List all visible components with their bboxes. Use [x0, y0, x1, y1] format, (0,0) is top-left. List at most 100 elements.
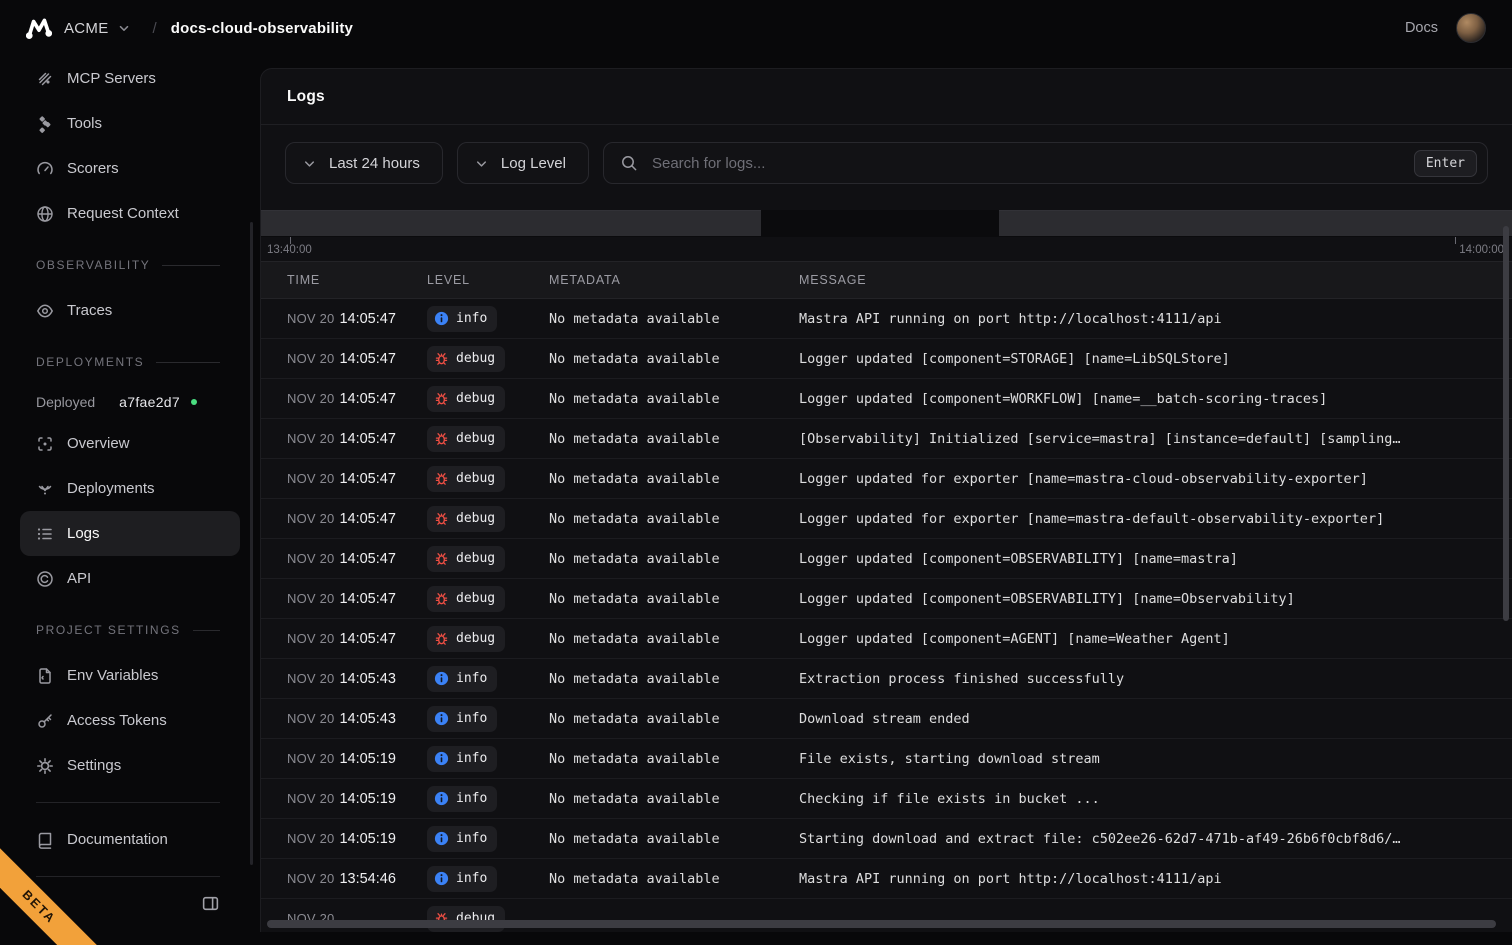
- table-row[interactable]: NOV 2014:05:43 info No metadata availabl…: [261, 699, 1512, 739]
- time-cell: NOV 2014:05:19: [287, 750, 427, 768]
- log-metadata: No metadata available: [549, 551, 799, 567]
- log-date: NOV 20: [287, 631, 334, 646]
- info-icon: [434, 791, 449, 806]
- table-row[interactable]: NOV 2014:05:47 debug No metadata availab…: [261, 379, 1512, 419]
- breadcrumb-project-name[interactable]: docs-cloud-observability: [171, 20, 353, 37]
- level-cell: info: [427, 306, 549, 332]
- table-row[interactable]: NOV 2014:05:47 info No metadata availabl…: [261, 299, 1512, 339]
- column-header-level[interactable]: LEVEL: [427, 273, 549, 287]
- sidebar-item-env-variables[interactable]: Env Variables: [20, 653, 240, 698]
- level-badge: debug: [427, 466, 505, 492]
- table-row[interactable]: NOV 2014:05:43 info No metadata availabl…: [261, 659, 1512, 699]
- org-switcher-chevron-icon[interactable]: [117, 21, 131, 35]
- table-row[interactable]: NOV 2014:05:19 info No metadata availabl…: [261, 779, 1512, 819]
- sidebar-item-tools[interactable]: Tools: [20, 101, 240, 146]
- bug-icon: [434, 551, 449, 566]
- log-metadata: No metadata available: [549, 391, 799, 407]
- column-header-message[interactable]: MESSAGE: [799, 273, 1512, 287]
- column-header-metadata[interactable]: METADATA: [549, 273, 799, 287]
- time-cell: NOV 2014:05:43: [287, 670, 427, 688]
- sidebar-item-access-tokens[interactable]: Access Tokens: [20, 698, 240, 743]
- timeline-tick: [1455, 237, 1456, 244]
- table-header: TIME LEVEL METADATA MESSAGE: [261, 261, 1512, 299]
- sidebar-item-settings[interactable]: Settings: [20, 743, 240, 788]
- timeline-band[interactable]: [261, 210, 1512, 237]
- diamonds-icon: [36, 115, 54, 133]
- table-row[interactable]: NOV 2014:05:47 debug No metadata availab…: [261, 539, 1512, 579]
- sidebar-item-overview[interactable]: Overview: [20, 421, 240, 466]
- level-label: debug: [456, 351, 495, 366]
- level-label: debug: [456, 391, 495, 406]
- level-cell: info: [427, 706, 549, 732]
- topbar: ACME / docs-cloud-observability Docs: [0, 0, 1512, 56]
- level-badge: debug: [427, 426, 505, 452]
- level-label: debug: [456, 591, 495, 606]
- sidebar-item-api[interactable]: API: [20, 556, 240, 601]
- level-badge: debug: [427, 386, 505, 412]
- sidebar-item-label: Access Tokens: [67, 712, 167, 729]
- table-row[interactable]: NOV 2013:54:46 info No metadata availabl…: [261, 859, 1512, 899]
- log-message: File exists, starting download stream: [799, 751, 1512, 767]
- sidebar-item-scorers[interactable]: Scorers: [20, 146, 240, 191]
- log-time: 14:05:47: [339, 351, 395, 367]
- log-time: 14:05:47: [339, 471, 395, 487]
- info-icon: [434, 751, 449, 766]
- timeline-segment[interactable]: [999, 210, 1512, 236]
- deployed-label: Deployed: [36, 394, 95, 410]
- horizontal-scrollbar[interactable]: [267, 920, 1496, 928]
- level-badge: info: [427, 306, 497, 332]
- user-avatar[interactable]: [1456, 13, 1486, 43]
- sidebar-scrollbar[interactable]: [250, 222, 253, 865]
- table-row[interactable]: NOV 2014:05:47 debug No metadata availab…: [261, 459, 1512, 499]
- timeline-segment[interactable]: [261, 210, 761, 236]
- level-cell: debug: [427, 546, 549, 572]
- table-row[interactable]: NOV 2014:05:47 debug No metadata availab…: [261, 419, 1512, 459]
- sidebar-item-traces[interactable]: Traces: [20, 288, 240, 333]
- table-row[interactable]: NOV 2014:05:19 info No metadata availabl…: [261, 819, 1512, 859]
- level-label: debug: [456, 551, 495, 566]
- deployed-status-row[interactable]: Deployed a7fae2d7: [36, 385, 240, 419]
- log-metadata: No metadata available: [549, 791, 799, 807]
- table-row[interactable]: NOV 2014:05:19 info No metadata availabl…: [261, 739, 1512, 779]
- log-message: Mastra API running on port http://localh…: [799, 311, 1512, 327]
- log-level-dropdown[interactable]: Log Level: [457, 142, 589, 184]
- sidebar-item-request-context[interactable]: Request Context: [20, 191, 240, 236]
- log-time: 14:05:43: [339, 711, 395, 727]
- sidebar-item-deployments[interactable]: Deployments: [20, 466, 240, 511]
- mastra-logo-icon[interactable]: [26, 16, 52, 40]
- search-bar[interactable]: Enter: [603, 142, 1488, 184]
- table-row[interactable]: NOV 2014:05:47 debug No metadata availab…: [261, 499, 1512, 539]
- docs-link[interactable]: Docs: [1405, 20, 1438, 36]
- log-date: NOV 20: [287, 871, 334, 886]
- log-level-value: Log Level: [501, 155, 566, 172]
- time-range-dropdown[interactable]: Last 24 hours: [285, 142, 443, 184]
- org-name[interactable]: ACME: [64, 20, 109, 37]
- log-date: NOV 20: [287, 391, 334, 406]
- sidebar-item-label: Tools: [67, 115, 102, 132]
- level-badge: debug: [427, 346, 505, 372]
- bug-icon: [434, 391, 449, 406]
- time-cell: NOV 2014:05:47: [287, 350, 427, 368]
- sidebar-section-project-settings: PROJECT SETTINGS: [36, 617, 220, 643]
- column-header-time[interactable]: TIME: [287, 273, 427, 287]
- sidebar-item-label: Scorers: [67, 160, 119, 177]
- level-label: debug: [456, 431, 495, 446]
- log-message: Logger updated [component=OBSERVABILITY]…: [799, 591, 1512, 607]
- sidebar-item-documentation[interactable]: Documentation: [20, 817, 240, 862]
- log-message: [Observability] Initialized [service=mas…: [799, 431, 1512, 447]
- deployed-commit-hash: a7fae2d7: [119, 394, 180, 410]
- collapse-sidebar-button[interactable]: [201, 894, 220, 913]
- time-cell: NOV 2014:05:47: [287, 310, 427, 328]
- log-metadata: No metadata available: [549, 631, 799, 647]
- search-input[interactable]: [652, 155, 1400, 172]
- panel-right-icon: [201, 894, 220, 913]
- table-row[interactable]: NOV 2014:05:47 debug No metadata availab…: [261, 339, 1512, 379]
- table-row[interactable]: NOV 2014:05:47 debug No metadata availab…: [261, 579, 1512, 619]
- sidebar-section-observability: OBSERVABILITY: [36, 252, 220, 278]
- table-row[interactable]: NOV 2014:05:47 debug No metadata availab…: [261, 619, 1512, 659]
- sidebar-item-mcp-servers[interactable]: MCP Servers: [20, 56, 240, 101]
- log-message: Logger updated [component=STORAGE] [name…: [799, 351, 1512, 367]
- vertical-scrollbar[interactable]: [1503, 226, 1509, 621]
- sidebar-item-logs[interactable]: Logs: [20, 511, 240, 556]
- time-cell: NOV 2014:05:47: [287, 390, 427, 408]
